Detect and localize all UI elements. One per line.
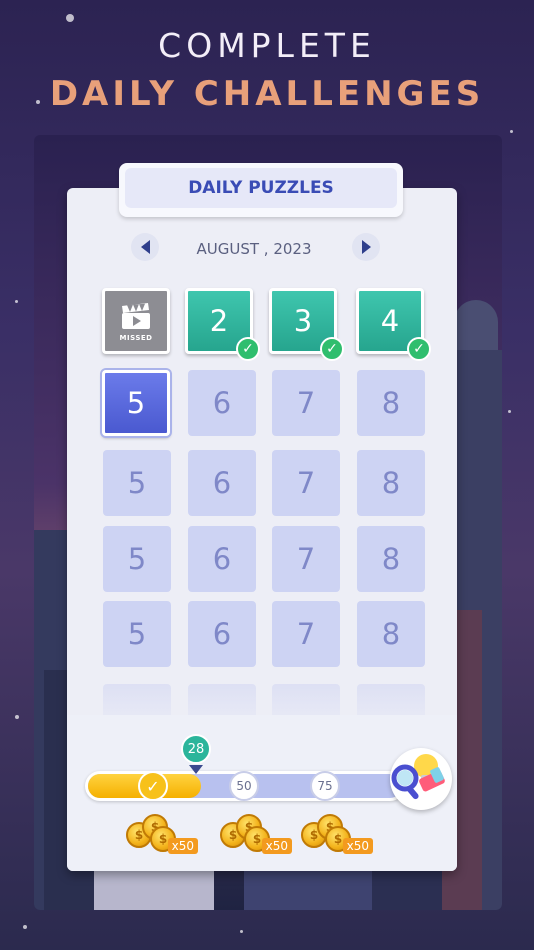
day-cell-completed[interactable]: 4 ✓	[356, 288, 431, 361]
day-cell-locked[interactable]: 6	[188, 601, 256, 667]
headline-complete: COMPLETE	[158, 26, 376, 65]
milestone-75: 75	[310, 771, 340, 801]
video-clapperboard-icon	[122, 302, 150, 329]
hint-boosters-icon	[391, 754, 445, 800]
star	[15, 715, 19, 719]
star	[66, 14, 74, 22]
milestone-50: 50	[229, 771, 259, 801]
day-number: 5	[126, 386, 146, 420]
checkmark-icon: ✓	[407, 337, 431, 361]
checkmark-icon: ✓	[236, 337, 260, 361]
headline-daily-challenges: DAILY CHALLENGES	[49, 74, 485, 114]
day-cell-locked[interactable]: 5	[103, 526, 171, 592]
day-missed[interactable]: MISSED	[102, 288, 170, 354]
day-cell-locked[interactable]: 7	[272, 601, 340, 667]
day-cell-locked[interactable]: 6	[188, 526, 256, 592]
star	[508, 410, 511, 413]
day-cell-locked[interactable]: 6	[188, 370, 256, 436]
panel-title-tab: DAILY PUZZLES	[119, 163, 403, 217]
chevron-right-icon	[361, 240, 371, 254]
day-cell-locked[interactable]: 5	[103, 601, 171, 667]
day-cell-locked[interactable]: 7	[272, 370, 340, 436]
day-cell-locked[interactable]: 8	[357, 450, 425, 516]
checkmark-icon: ✓	[146, 776, 160, 796]
day-cell-locked[interactable]: 8	[357, 370, 425, 436]
milestone-reached: ✓	[138, 771, 168, 801]
chevron-left-icon	[140, 240, 150, 254]
day-number: 4	[380, 304, 400, 338]
day-cell-locked[interactable]: 8	[357, 601, 425, 667]
month-label: AUGUST , 2023	[196, 240, 312, 258]
day-cell-locked[interactable]: 7	[272, 526, 340, 592]
reward-quantity: x50	[342, 838, 373, 854]
coin-reward: $ $ $ x50	[124, 812, 198, 856]
star	[23, 925, 27, 929]
star	[510, 130, 513, 133]
reward-chest-button[interactable]	[390, 748, 452, 810]
day-cell-current[interactable]: 5	[102, 370, 170, 436]
current-progress-marker: 28	[181, 734, 211, 764]
checkmark-icon: ✓	[320, 337, 344, 361]
day-cell-locked[interactable]: 7	[272, 450, 340, 516]
previous-month-button[interactable]	[131, 233, 159, 261]
panel-title: DAILY PUZZLES	[125, 168, 397, 208]
marker-pointer-icon	[189, 765, 203, 774]
day-cell-locked[interactable]: 6	[188, 450, 256, 516]
day-number: 3	[293, 304, 313, 338]
day-cell-locked[interactable]: 5	[103, 450, 171, 516]
reward-quantity: x50	[167, 838, 198, 854]
coin-reward: $ $ $ x50	[299, 812, 373, 856]
star	[15, 300, 18, 303]
day-cell-locked[interactable]: 8	[357, 526, 425, 592]
reward-quantity: x50	[261, 838, 292, 854]
next-month-button[interactable]	[352, 233, 380, 261]
day-number: 2	[209, 304, 229, 338]
star	[240, 930, 243, 933]
coin-reward: $ $ $ x50	[218, 812, 292, 856]
missed-label: MISSED	[119, 333, 153, 342]
day-cell-completed[interactable]: 3 ✓	[269, 288, 344, 361]
building-dome	[454, 300, 498, 350]
day-cell-completed[interactable]: 2 ✓	[185, 288, 260, 361]
